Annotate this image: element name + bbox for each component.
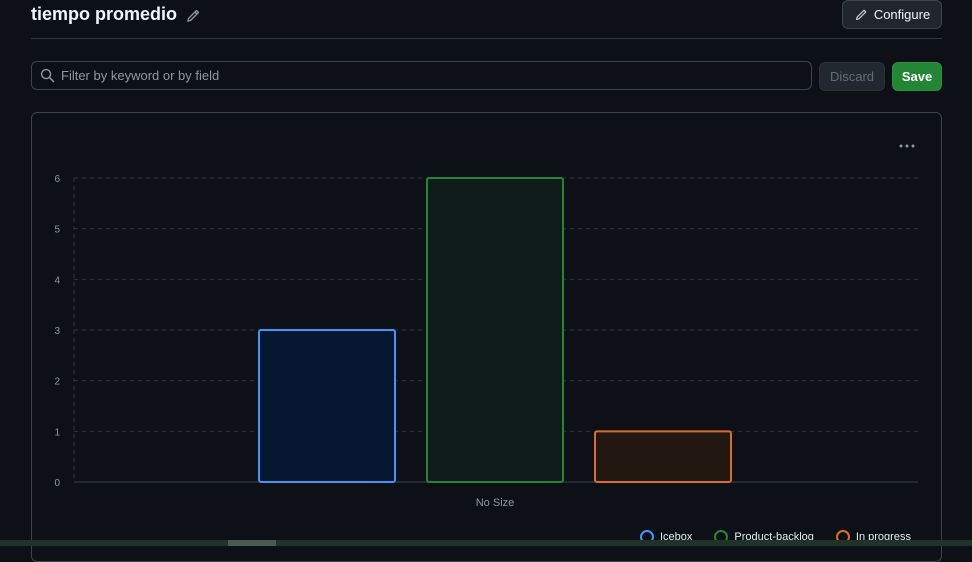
- bar-product-backlog: [426, 177, 564, 483]
- x-category-label: No Size: [476, 497, 515, 509]
- y-tick-label: 1: [54, 427, 60, 438]
- y-tick-label: 3: [54, 326, 60, 337]
- bar-chart: 0 1 2 3 4 5 6 No Size: [54, 174, 918, 509]
- bar-icebox: [258, 329, 396, 483]
- horizontal-scrollbar[interactable]: [0, 540, 972, 546]
- y-tick-label: 2: [54, 377, 60, 388]
- y-tick-label: 4: [54, 275, 60, 286]
- y-tick-label: 5: [54, 225, 60, 236]
- y-tick-label: 0: [54, 478, 60, 489]
- scrollbar-thumb[interactable]: [228, 540, 276, 546]
- y-tick-label: 6: [54, 174, 60, 185]
- bar-in-progress: [594, 430, 732, 484]
